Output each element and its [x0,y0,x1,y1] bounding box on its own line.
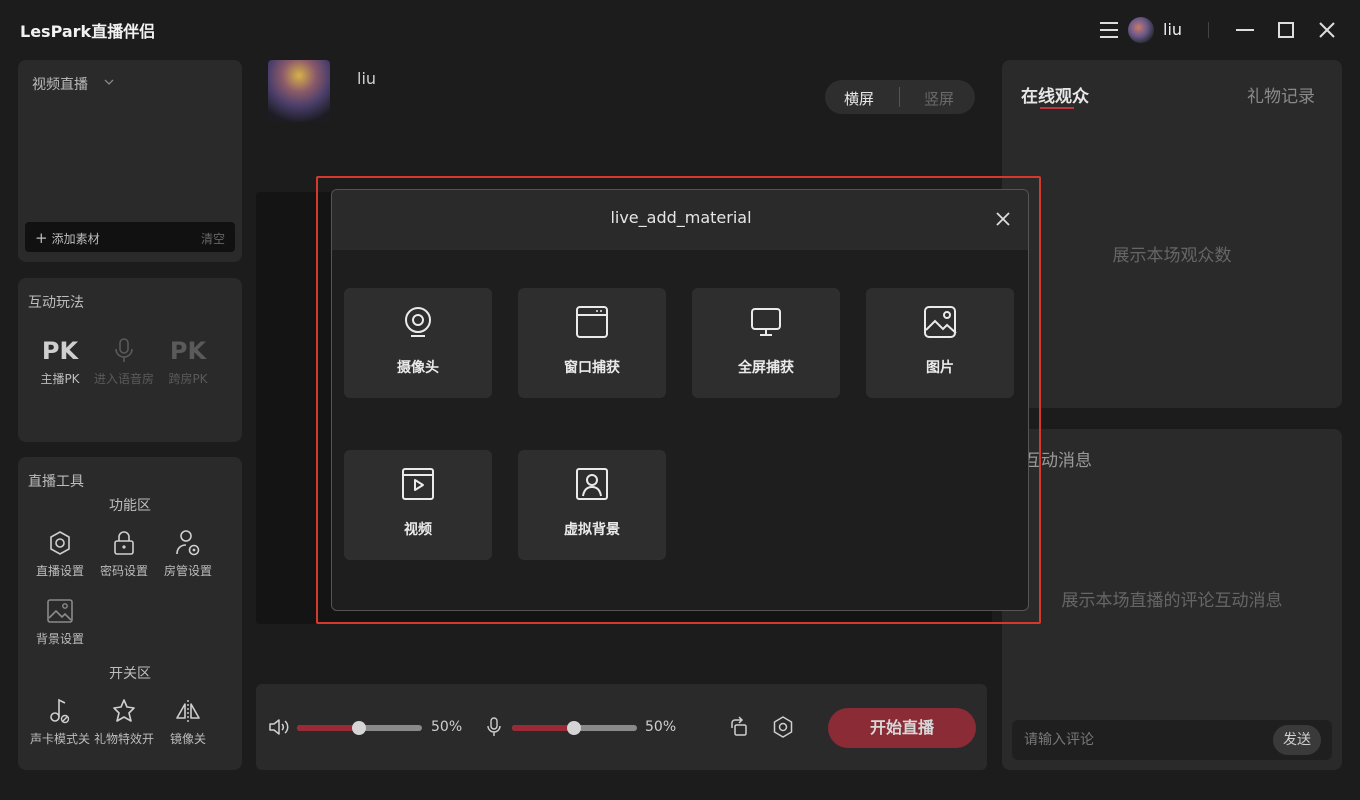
function-area-title: 功能区 [109,498,151,514]
music-note-icon [30,694,90,728]
video-tile[interactable]: 视频 [344,450,492,560]
mic-volume-knob[interactable] [567,721,581,735]
send-button[interactable]: 发送 [1273,725,1321,755]
mirror-icon [158,694,218,728]
dialog-title: live_add_material [610,208,752,227]
audience-panel [1002,60,1342,408]
user-avatar[interactable] [1128,17,1154,43]
close-window-icon[interactable] [1318,21,1336,39]
divider [1208,22,1209,38]
video-icon [344,466,492,502]
camera-tile[interactable]: 摄像头 [344,288,492,398]
maximize-icon[interactable] [1278,22,1294,38]
image-tile[interactable]: 图片 [866,288,1014,398]
chevron-down-icon[interactable] [104,76,114,89]
tab-online-audience[interactable]: 在线观众 [1021,82,1089,107]
menu-icon[interactable] [1100,22,1118,38]
live-settings-button[interactable]: 直播设置 [30,526,90,579]
microphone-icon[interactable] [486,716,502,742]
virtual-background-tile[interactable]: 虚拟背景 [518,450,666,560]
comment-input[interactable] [1024,730,1264,750]
sparkle-icon [94,694,154,728]
speaker-volume-knob[interactable] [352,721,366,735]
camera-icon [344,304,492,340]
mirror-toggle[interactable]: 镜像关 [158,694,218,747]
active-tab-indicator [1040,107,1074,109]
interactive-title: 互动玩法 [28,295,84,311]
portrait-icon [518,466,666,502]
mic-volume-fill [512,725,574,731]
fullscreen-capture-tile[interactable]: 全屏捕获 [692,288,840,398]
divider [899,87,900,107]
add-material-button[interactable]: + 添加素材 [35,229,100,247]
microphone-icon [94,334,154,368]
close-icon[interactable] [994,210,1012,228]
room-admin-settings-button[interactable]: 房管设置 [158,526,218,579]
speaker-volume-fill [297,725,359,731]
gear-icon [30,526,90,560]
app-title: LesPark直播伴侣 [20,22,156,41]
username[interactable]: liu [1163,20,1182,39]
user-settings-icon [158,526,218,560]
speaker-icon[interactable] [268,717,290,741]
switch-area-title: 开关区 [109,666,151,682]
start-live-button[interactable]: 开始直播 [828,708,976,748]
password-settings-button[interactable]: 密码设置 [94,526,154,579]
clear-button[interactable]: 清空 [201,230,225,247]
landscape-button[interactable]: 横屏 [844,88,874,109]
gift-effects-toggle[interactable]: 礼物特效开 [94,694,154,747]
minimize-icon[interactable] [1236,29,1254,31]
window-capture-icon [518,304,666,340]
streamer-name: liu [357,69,377,88]
cross-room-pk-button[interactable]: PK 跨房PK [158,334,218,387]
audience-placeholder: 展示本场观众数 [1112,246,1232,266]
host-pk-button[interactable]: PK 主播PK [30,334,90,387]
background-settings-button[interactable]: 背景设置 [30,594,90,647]
plus-icon: + [35,229,48,247]
add-material-dialog: live_add_material 摄像头 窗口捕获 全屏捕获 图片 视频 虚拟… [331,189,1029,611]
pk-icon: PK [41,337,79,365]
monitor-icon [692,304,840,340]
messages-placeholder: 展示本场直播的评论互动消息 [1061,591,1283,611]
live-mode-dropdown[interactable]: 视频直播 [32,74,88,94]
image-icon [866,304,1014,340]
pk-icon: PK [169,337,207,365]
tools-title: 直播工具 [28,474,84,490]
window-capture-tile[interactable]: 窗口捕获 [518,288,666,398]
gear-icon[interactable] [771,715,795,743]
image-icon [30,594,90,628]
streamer-avatar [268,60,330,122]
rotate-icon[interactable] [728,716,750,742]
mic-volume-value: 50% [645,719,677,735]
lock-icon [94,526,154,560]
tab-gift-records[interactable]: 礼物记录 [1247,82,1315,107]
voice-room-button[interactable]: 进入语音房 [94,334,154,387]
speaker-volume-value: 50% [431,719,463,735]
portrait-button[interactable]: 竖屏 [924,88,954,109]
sound-card-toggle[interactable]: 声卡模式关 [30,694,90,747]
